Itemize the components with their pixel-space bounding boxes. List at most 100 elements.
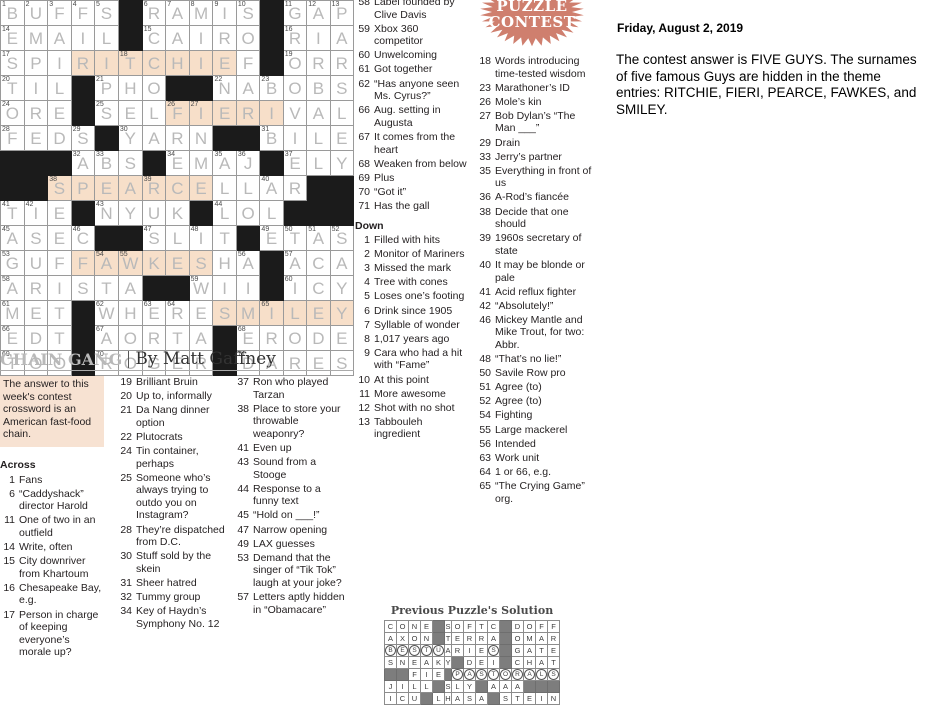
clue-item[interactable]: 52 Agree (to) bbox=[476, 395, 594, 408]
grid-cell[interactable]: R bbox=[235, 100, 261, 126]
clue-item[interactable]: 54 Fighting bbox=[476, 409, 594, 422]
grid-cell[interactable]: S bbox=[212, 300, 237, 326]
grid-cell[interactable]: C bbox=[165, 175, 190, 201]
grid-cell[interactable]: 60 I bbox=[282, 275, 308, 301]
grid-cell[interactable]: 12 A bbox=[306, 0, 331, 26]
clue-item[interactable]: 56 Intended bbox=[476, 438, 594, 451]
clue-item[interactable]: 67 It comes from the heart bbox=[355, 131, 467, 156]
grid-cell[interactable]: O bbox=[235, 25, 261, 51]
grid-cell[interactable]: 53 G bbox=[0, 250, 25, 276]
clue-item[interactable]: 33 Jerry’s partner bbox=[476, 151, 594, 164]
grid-cell[interactable]: S bbox=[117, 150, 143, 176]
grid-cell[interactable]: I bbox=[259, 100, 284, 126]
grid-cell[interactable]: E bbox=[165, 250, 190, 276]
grid-cell[interactable]: R bbox=[23, 100, 49, 126]
grid-cell[interactable]: 13 P bbox=[329, 0, 355, 26]
grid-cell[interactable]: R bbox=[165, 125, 190, 151]
grid-cell[interactable]: A bbox=[141, 125, 167, 151]
clue-item[interactable]: 36 A-Rod’s fiancée bbox=[476, 191, 594, 204]
grid-cell[interactable]: I bbox=[47, 275, 72, 301]
grid-cell[interactable]: 55 W bbox=[117, 250, 143, 276]
clue-item[interactable]: 53 Demand that the singer of “Tik Tok” la… bbox=[234, 552, 346, 590]
grid-cell[interactable]: C bbox=[306, 275, 331, 301]
grid-cell[interactable]: L bbox=[94, 25, 119, 51]
grid-cell[interactable]: 23 B bbox=[259, 75, 284, 101]
grid-cell[interactable]: A bbox=[188, 325, 214, 351]
grid-cell[interactable]: 16 R bbox=[282, 25, 308, 51]
grid-cell[interactable]: E bbox=[117, 100, 143, 126]
clue-item[interactable]: 28 They’re dispatched from D.C. bbox=[117, 524, 225, 549]
grid-cell[interactable]: 37 E bbox=[282, 150, 308, 176]
clue-item[interactable]: 48 “That’s no lie!” bbox=[476, 353, 594, 366]
grid-cell[interactable]: 3F bbox=[47, 0, 72, 26]
grid-cell[interactable]: 41 T bbox=[0, 200, 25, 226]
grid-cell[interactable]: 36 J bbox=[235, 150, 261, 176]
grid-cell[interactable]: 25 S bbox=[94, 100, 119, 126]
grid-cell[interactable]: 35 A bbox=[212, 150, 237, 176]
clue-item[interactable]: 20 Up to, informally bbox=[117, 390, 225, 403]
grid-cell[interactable]: R bbox=[329, 50, 355, 76]
grid-cell[interactable]: 8M bbox=[188, 0, 214, 26]
clue-item[interactable]: 58 Label founded by Clive Davis bbox=[355, 0, 467, 21]
clue-item[interactable]: 63 Work unit bbox=[476, 452, 594, 465]
grid-cell[interactable]: O bbox=[235, 200, 261, 226]
clue-item[interactable]: 59 Xbox 360 competitor bbox=[355, 23, 467, 48]
clue-item[interactable]: 71 Has the gall bbox=[355, 200, 467, 213]
grid-cell[interactable]: 1B bbox=[0, 0, 25, 26]
grid-cell[interactable]: 48 I bbox=[188, 225, 214, 251]
grid-cell[interactable]: K bbox=[165, 200, 190, 226]
clue-item[interactable]: 61 Got together bbox=[355, 63, 467, 76]
grid-cell[interactable]: 47 S bbox=[141, 225, 167, 251]
grid-cell[interactable]: A bbox=[306, 100, 331, 126]
grid-cell[interactable]: 30 Y bbox=[117, 125, 143, 151]
grid-cell[interactable]: 5S bbox=[94, 0, 119, 26]
grid-cell[interactable]: 14 E bbox=[0, 25, 25, 51]
grid-cell[interactable]: U bbox=[141, 200, 167, 226]
grid-cell[interactable]: 15 C bbox=[141, 25, 167, 51]
grid-cell[interactable]: 17 S bbox=[0, 50, 25, 76]
clue-item[interactable]: 26 Mole’s kin bbox=[476, 96, 594, 109]
grid-cell[interactable]: A bbox=[117, 275, 143, 301]
grid-cell[interactable]: R bbox=[23, 275, 49, 301]
grid-cell[interactable]: 59 W bbox=[188, 275, 214, 301]
grid-cell[interactable]: M bbox=[235, 300, 261, 326]
grid-cell[interactable]: L bbox=[212, 175, 237, 201]
clue-item[interactable]: 12 Shot with no shot bbox=[355, 402, 467, 415]
grid-cell[interactable]: E bbox=[306, 300, 331, 326]
grid-cell[interactable]: 40 A bbox=[259, 175, 284, 201]
crossword-grid[interactable]: 1 B 2 U 3 F 4 F 5 S 6 R 7 A 8 M 9 I 10 S 11 G 12 A 13 P 14 E M A I L 15 C… bbox=[0, 0, 355, 376]
clue-item[interactable]: 57 Letters aptly hidden in “Obamacare” bbox=[234, 591, 346, 616]
grid-cell[interactable]: F bbox=[47, 250, 72, 276]
clue-item[interactable]: 5 Loses one’s footing bbox=[355, 290, 467, 303]
grid-cell[interactable]: T bbox=[94, 275, 119, 301]
grid-cell[interactable]: I bbox=[23, 75, 49, 101]
grid-cell[interactable]: T bbox=[47, 300, 72, 326]
grid-cell[interactable]: 56 A bbox=[235, 250, 261, 276]
grid-cell[interactable]: F bbox=[235, 50, 261, 76]
clue-item[interactable]: 1 Fans bbox=[0, 474, 104, 487]
grid-cell[interactable]: 10 S bbox=[235, 0, 261, 26]
grid-cell[interactable]: I bbox=[282, 125, 308, 151]
clue-item[interactable]: 65 “The Crying Game” org. bbox=[476, 480, 594, 505]
grid-cell[interactable]: 4F bbox=[70, 0, 96, 26]
clue-item[interactable]: 47 Narrow opening bbox=[234, 524, 346, 537]
grid-cell[interactable]: E bbox=[23, 300, 49, 326]
clue-item[interactable]: 49 LAX guesses bbox=[234, 538, 346, 551]
grid-cell[interactable]: R bbox=[282, 175, 308, 201]
grid-cell[interactable]: H bbox=[117, 300, 143, 326]
grid-cell[interactable]: E bbox=[188, 175, 214, 201]
grid-cell[interactable]: L bbox=[235, 175, 261, 201]
grid-cell[interactable]: 6R bbox=[141, 0, 167, 26]
clue-item[interactable]: 27 Bob Dylan’s “The Man ___” bbox=[476, 110, 594, 135]
clue-item[interactable]: 6 “Caddyshack” director Harold bbox=[0, 488, 104, 513]
clue-item[interactable]: 50 Savile Row pro bbox=[476, 367, 594, 380]
grid-cell[interactable]: 62 W bbox=[94, 300, 119, 326]
clue-item[interactable]: 34 Key of Haydn’s Symphony No. 12 bbox=[117, 605, 225, 630]
grid-cell[interactable]: L bbox=[306, 150, 331, 176]
grid-cell[interactable]: H bbox=[165, 50, 190, 76]
grid-cell[interactable]: M bbox=[188, 150, 214, 176]
clue-item[interactable]: 32 Tummy group bbox=[117, 591, 225, 604]
grid-cell[interactable]: R bbox=[306, 50, 331, 76]
grid-cell[interactable]: 64 R bbox=[165, 300, 190, 326]
grid-cell[interactable]: B bbox=[306, 75, 331, 101]
